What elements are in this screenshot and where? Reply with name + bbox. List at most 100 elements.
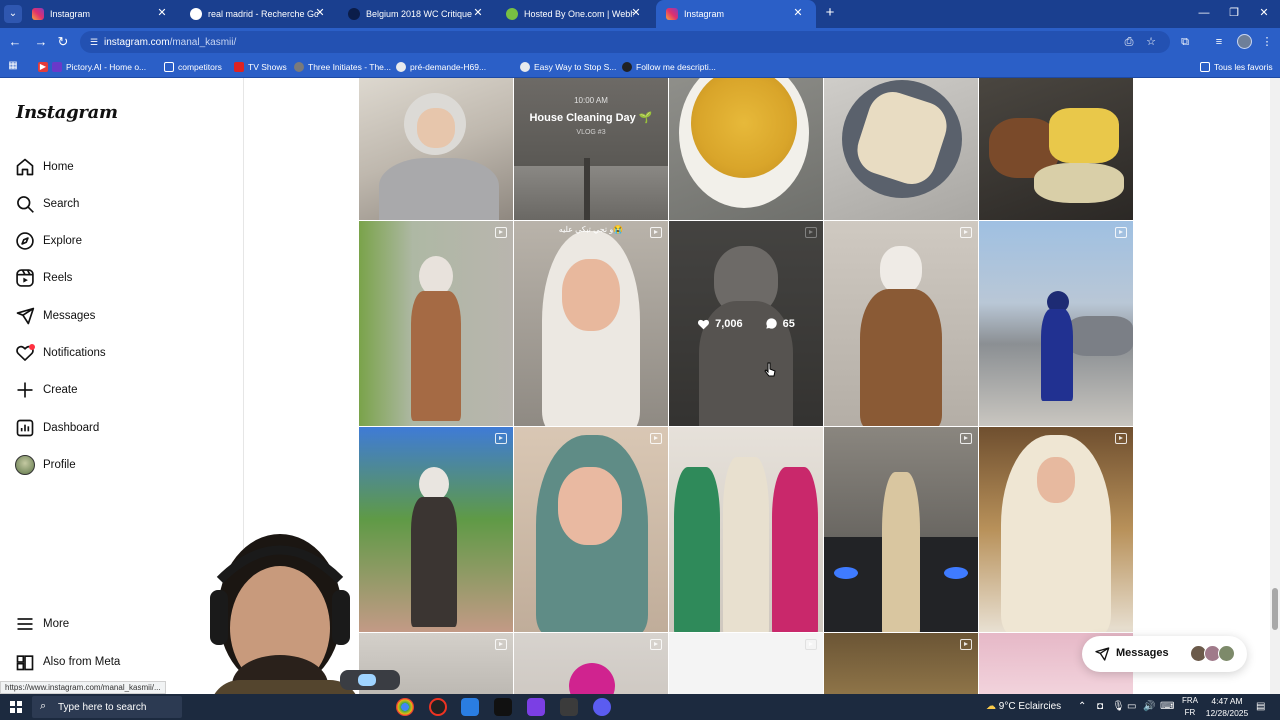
url-text: instagram.com/manal_kasmii/ (104, 37, 237, 48)
compass-icon (16, 232, 34, 250)
post-thumbnail[interactable] (824, 221, 978, 426)
post-thumbnail-hovered[interactable]: 7,006 65 (669, 221, 823, 426)
close-icon[interactable]: ✕ (630, 7, 642, 19)
apps-grid-icon[interactable]: ▦ (7, 60, 19, 72)
site-icon (622, 62, 632, 72)
app-icon[interactable] (461, 698, 479, 716)
menu-icon[interactable]: ⋮ (1258, 33, 1276, 51)
post-thumbnail[interactable] (979, 427, 1133, 632)
folder-icon (164, 62, 174, 72)
notification-center-icon[interactable]: ▤ (1256, 698, 1265, 716)
post-thumbnail[interactable] (669, 427, 823, 632)
install-app-icon[interactable]: ⎙ (1120, 33, 1138, 51)
weather-widget[interactable]: ☁ 9°C Eclaircies (986, 698, 1061, 716)
nav-label: Messages (43, 310, 96, 322)
new-tab-button[interactable]: + (821, 5, 839, 23)
tab-belgium[interactable]: Belgium 2018 WC Critique ✕ (338, 0, 496, 28)
bookmark-pre-demande[interactable]: pré-demande-H69... (396, 60, 486, 74)
chrome-icon[interactable] (396, 698, 414, 716)
back-button[interactable]: ← (6, 33, 24, 51)
nav-explore[interactable]: Explore (15, 229, 82, 253)
post-thumbnail[interactable]: و تجي تبكي عليه😭 (514, 221, 668, 426)
close-window-button[interactable]: ✕ (1255, 4, 1273, 22)
comments-count: 65 (782, 317, 795, 330)
tab-onecom[interactable]: Hosted By One.com | Webhosting ✕ (496, 0, 654, 28)
nav-more[interactable]: More (15, 612, 69, 636)
nav-notifications[interactable]: Notifications (15, 341, 106, 365)
bookmark-competitors[interactable]: competitors (164, 60, 222, 74)
bookmark-pictory[interactable]: ▶ Pictory.AI - Home o... (38, 60, 146, 74)
volume-icon[interactable]: 🔊 (1143, 698, 1155, 716)
network-icon[interactable]: ▭ (1127, 698, 1136, 716)
keyboard-icon[interactable]: ⌨ (1160, 698, 1174, 716)
post-thumbnail[interactable] (514, 633, 668, 694)
record-app-icon[interactable] (429, 698, 447, 716)
post-thumbnail[interactable] (824, 78, 978, 220)
nav-label: Create (43, 384, 78, 396)
windows-start-icon[interactable] (10, 701, 22, 713)
clock[interactable]: 4:47 AM 12/28/2025 (1202, 695, 1252, 719)
bookmark-star-icon[interactable]: ☆ (1142, 33, 1160, 51)
restore-button[interactable]: ❐ (1225, 4, 1243, 22)
post-thumbnail[interactable] (669, 78, 823, 220)
bookmark-easy-way[interactable]: Easy Way to Stop S... (520, 60, 616, 74)
close-icon[interactable]: ✕ (156, 7, 168, 19)
page-scrollbar[interactable] (1270, 78, 1280, 694)
tiktok-icon[interactable] (494, 698, 512, 716)
address-bar[interactable]: ☰ instagram.com/manal_kasmii/ (80, 31, 1170, 53)
tray-app-icon[interactable]: ◘ (1097, 698, 1103, 716)
reading-list-icon[interactable]: ≡ (1210, 33, 1228, 51)
post-caption: 10:00 AM (574, 96, 608, 105)
search-icon (17, 196, 34, 213)
post-thumbnail[interactable] (979, 78, 1133, 220)
nav-home[interactable]: Home (15, 155, 74, 179)
post-thumbnail[interactable] (359, 78, 513, 220)
microphone-icon[interactable]: 🎙 (1112, 698, 1125, 716)
tab-instagram-1[interactable]: Instagram ✕ (22, 0, 180, 28)
instagram-logo[interactable]: Instagram (16, 102, 118, 123)
folder-icon (1200, 62, 1210, 72)
taskbar-search[interactable]: ⌕ Type here to search (32, 696, 182, 718)
close-icon[interactable]: ✕ (472, 7, 484, 19)
nav-messages[interactable]: Messages (15, 304, 95, 328)
app-icon[interactable] (527, 698, 545, 716)
tab-instagram-active[interactable]: Instagram ✕ (656, 0, 816, 28)
nav-profile[interactable]: Profile (15, 453, 76, 477)
post-thumbnail[interactable] (824, 427, 978, 632)
language-indicator[interactable]: FRA FR (1180, 695, 1200, 719)
tab-google[interactable]: real madrid - Recherche Google ✕ (180, 0, 338, 28)
all-bookmarks[interactable]: Tous les favoris (1200, 60, 1273, 74)
nav-reels[interactable]: Reels (15, 266, 72, 290)
reel-icon (495, 227, 507, 238)
status-url: https://www.instagram.com/manal_kasmii/.… (0, 681, 166, 694)
post-thumbnail[interactable] (824, 633, 978, 694)
site-info-icon[interactable]: ☰ (88, 36, 100, 48)
profile-avatar[interactable] (1237, 34, 1252, 49)
post-thumbnail[interactable] (669, 633, 823, 694)
nav-create[interactable]: Create (15, 378, 78, 402)
tab-search-button[interactable]: ⌄ (4, 5, 22, 23)
messages-bubble[interactable]: Messages (1082, 636, 1247, 672)
reload-button[interactable]: ↻ (54, 33, 72, 51)
scrollbar-thumb[interactable] (1272, 588, 1278, 630)
app-icon[interactable] (560, 698, 578, 716)
minimize-button[interactable]: — (1195, 4, 1213, 22)
bookmark-follow-me[interactable]: Follow me descripti... (622, 60, 716, 74)
post-thumbnail[interactable]: 10:00 AM House Cleaning Day 🌱 VLOG #3 (514, 78, 668, 220)
post-thumbnail[interactable] (514, 427, 668, 632)
extensions-icon[interactable]: ⧉ (1176, 33, 1194, 51)
post-thumbnail[interactable] (359, 221, 513, 426)
chevron-up-icon[interactable]: ⌃ (1078, 698, 1086, 716)
bookmark-three-initiates[interactable]: Three Initiates - The... (294, 60, 391, 74)
nav-search[interactable]: Search (15, 192, 79, 216)
bookmark-tvshows[interactable]: TV Shows (234, 60, 287, 74)
mouse-cursor-icon (764, 362, 776, 377)
close-icon[interactable]: ✕ (314, 7, 326, 19)
nav-dashboard[interactable]: Dashboard (15, 416, 99, 440)
post-thumbnail[interactable] (979, 221, 1133, 426)
forward-button[interactable]: → (32, 33, 50, 51)
close-icon[interactable]: ✕ (792, 7, 804, 19)
nav-label: Notifications (43, 347, 106, 359)
nav-also-from-meta[interactable]: Also from Meta (15, 650, 120, 674)
app-icon[interactable] (593, 698, 611, 716)
